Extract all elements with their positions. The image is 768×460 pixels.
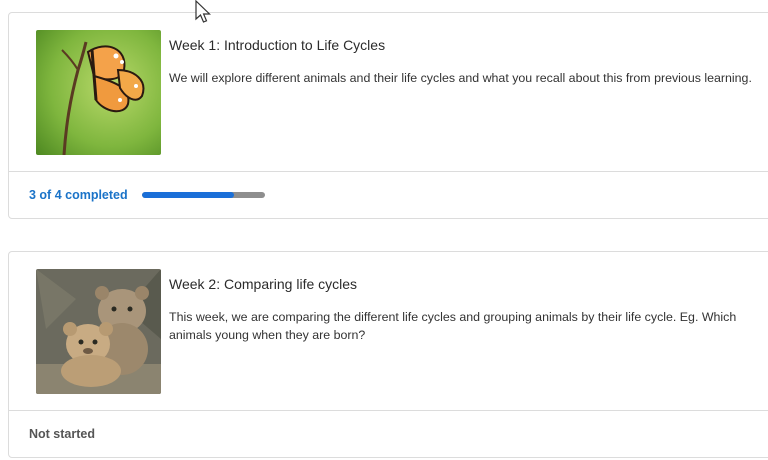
module-title[interactable]: Week 2: Comparing life cycles [169,276,357,292]
butterfly-image [36,30,161,155]
progress-bar [142,192,265,198]
lion-cubs-image [36,269,161,394]
module-description: We will explore different animals and th… [169,71,752,85]
module-card-week-2[interactable]: Week 2: Comparing life cycles This week,… [8,251,768,458]
module-footer: Not started [9,410,768,457]
module-footer: 3 of 4 completed [9,171,768,218]
progress-status-text: 3 of 4 completed [29,188,128,202]
module-card-week-1[interactable]: Week 1: Introduction to Life Cycles We w… [8,12,768,219]
module-title[interactable]: Week 1: Introduction to Life Cycles [169,37,385,53]
module-description: This week, we are comparing the differen… [169,310,737,342]
progress-bar-fill [142,192,235,198]
mouse-cursor-icon [194,0,214,26]
module-status-text: Not started [29,427,95,441]
